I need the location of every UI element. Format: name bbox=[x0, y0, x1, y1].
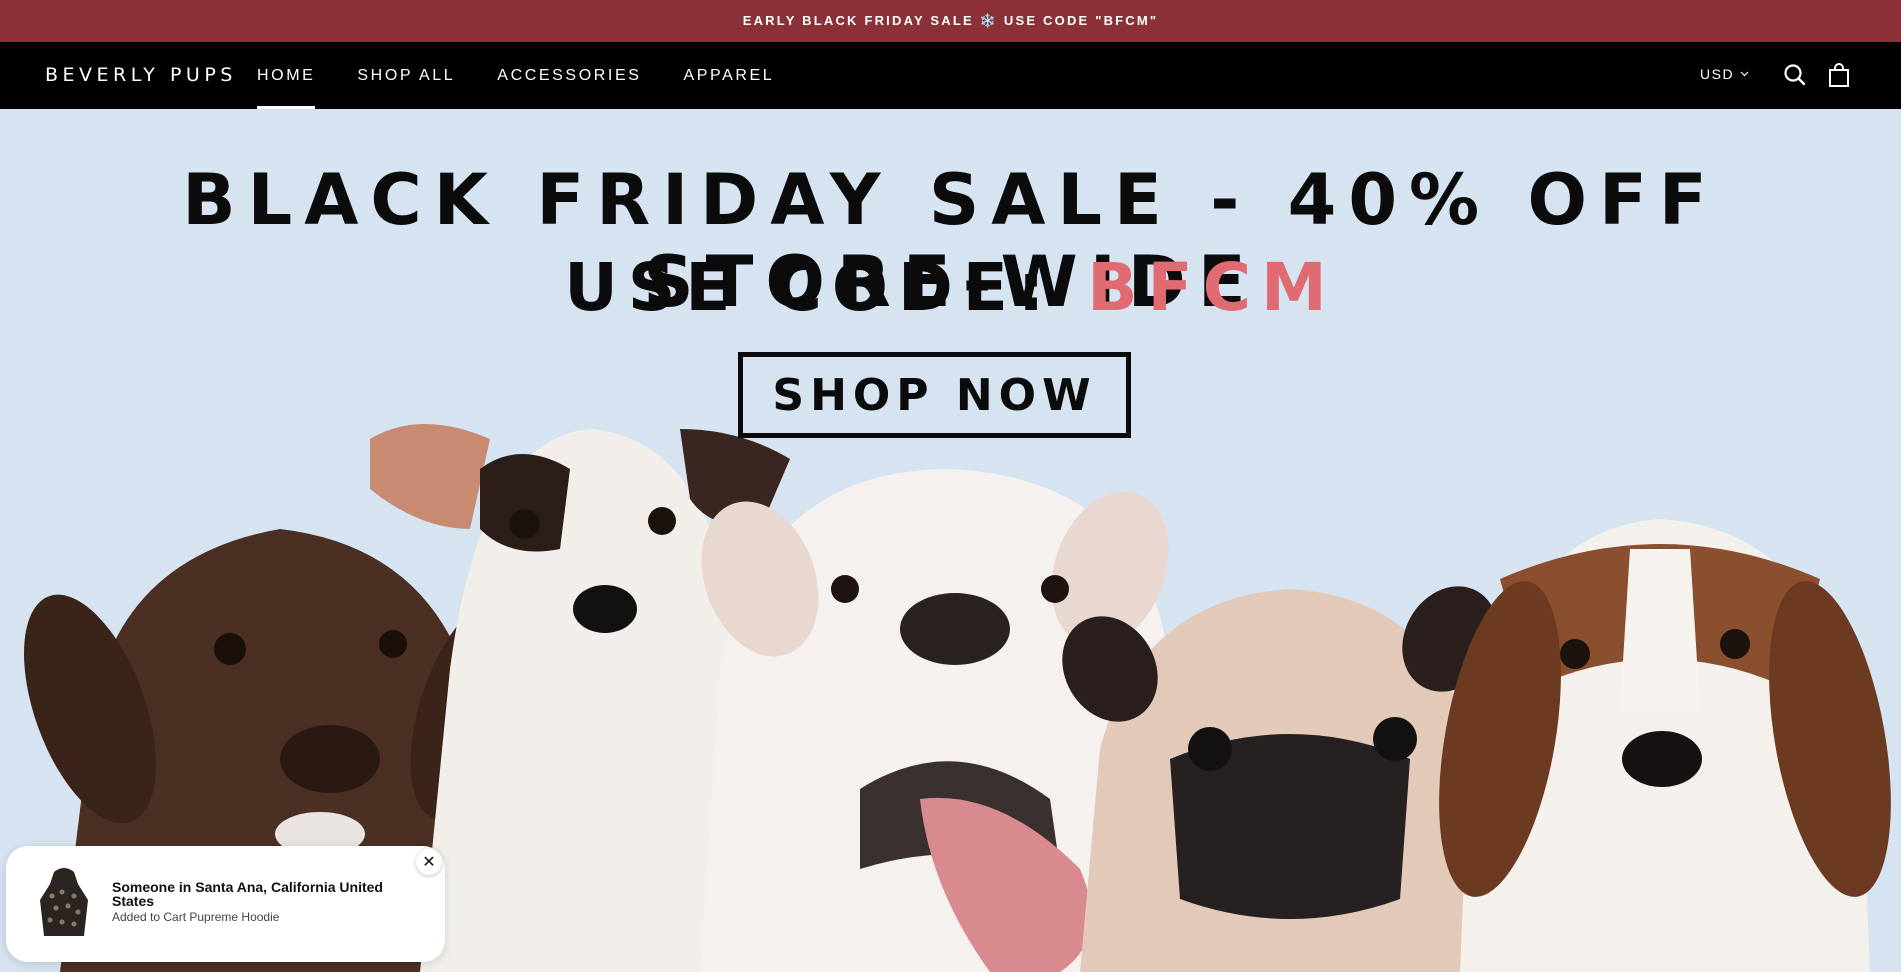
promo-code: BFCM bbox=[1087, 249, 1337, 326]
nav-item-apparel[interactable]: APPAREL bbox=[683, 42, 774, 109]
nav-item-accessories[interactable]: ACCESSORIES bbox=[497, 42, 641, 109]
announcement-bar: EARLY BLACK FRIDAY SALE ❄️ USE CODE "BFC… bbox=[0, 0, 1901, 42]
hero-code-line: USE CODE: BFCM bbox=[0, 249, 1901, 326]
announcement-text: EARLY BLACK FRIDAY SALE ❄️ USE CODE "BFC… bbox=[742, 13, 1159, 28]
toast-subtitle: Added to Cart Pupreme Hoodie bbox=[112, 910, 280, 924]
site-logo[interactable]: BEVERLY PUPS bbox=[45, 64, 237, 86]
close-icon[interactable]: ✕ bbox=[416, 849, 442, 875]
nav-item-home[interactable]: HOME bbox=[257, 42, 316, 109]
hero-banner: BLACK FRIDAY SALE - 40% OFF STORE-WIDE U… bbox=[0, 109, 1901, 972]
chevron-down-icon bbox=[1740, 71, 1749, 77]
site-header: BEVERLY PUPS HOME SHOP ALL ACCESSORIES A… bbox=[0, 42, 1901, 109]
shop-now-button[interactable]: SHOP NOW bbox=[738, 352, 1131, 438]
currency-label: USD bbox=[1700, 66, 1735, 82]
recent-activity-toast[interactable]: Someone in Santa Ana, California United … bbox=[6, 846, 445, 962]
main-nav: HOME SHOP ALL ACCESSORIES APPAREL bbox=[257, 42, 816, 109]
shopping-bag-icon[interactable] bbox=[1826, 62, 1852, 88]
nav-item-shop-all[interactable]: SHOP ALL bbox=[357, 42, 455, 109]
search-icon[interactable] bbox=[1782, 62, 1808, 88]
code-prefix: USE CODE: bbox=[564, 249, 1088, 326]
toast-title: Someone in Santa Ana, California United … bbox=[112, 879, 383, 909]
currency-selector[interactable]: USD bbox=[1700, 66, 1749, 82]
hoodie-thumbnail bbox=[40, 868, 88, 936]
